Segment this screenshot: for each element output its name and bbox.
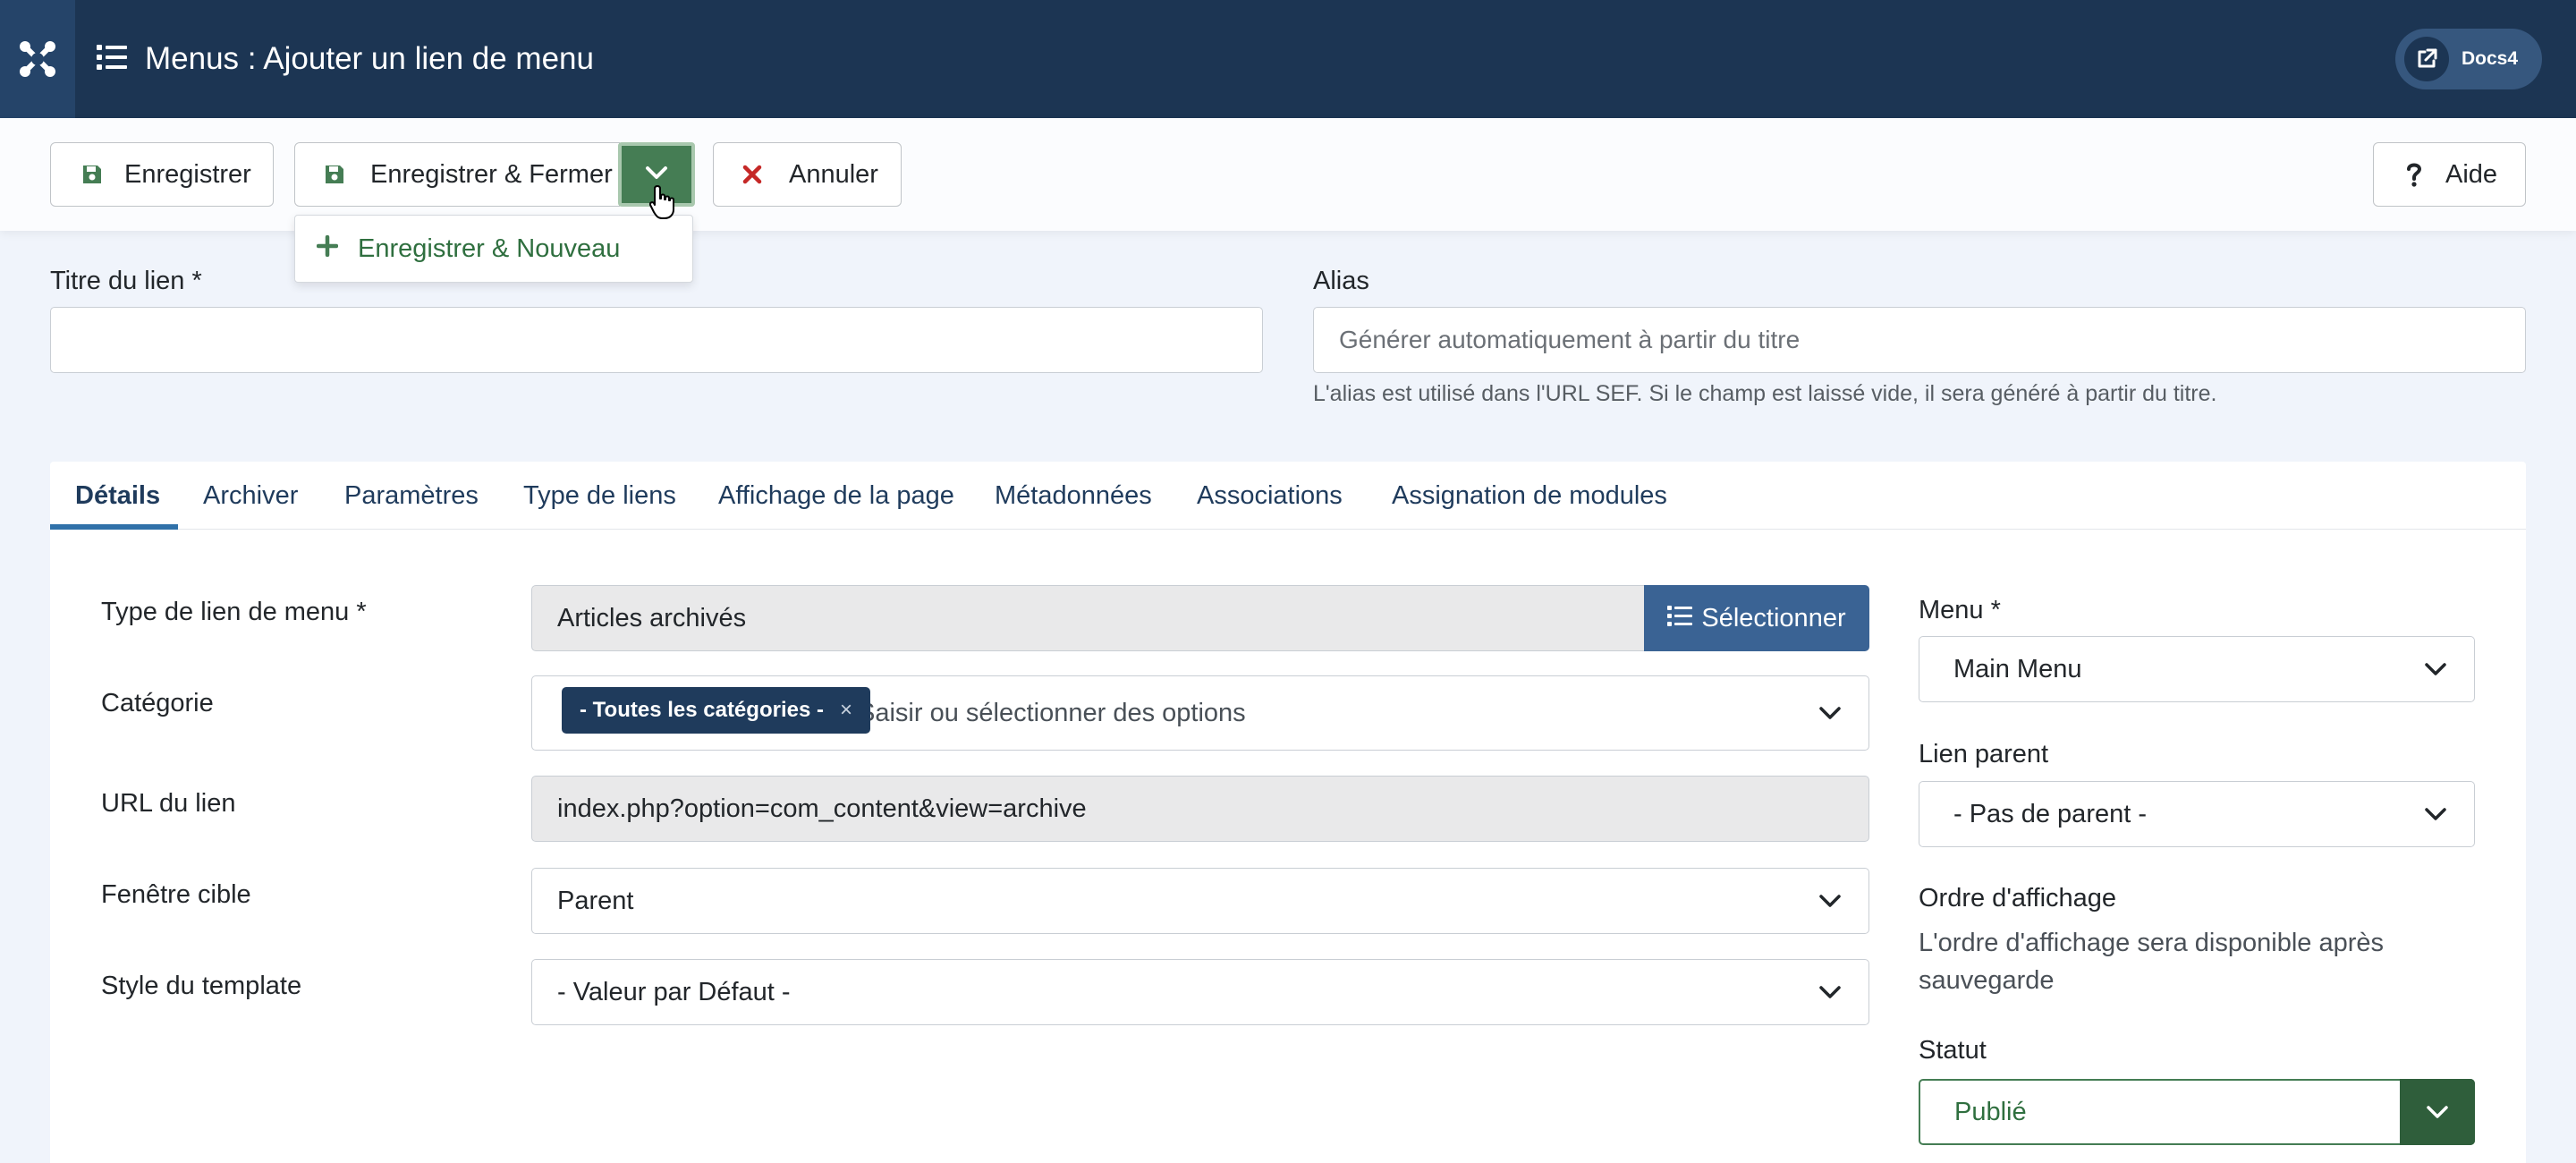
template-style-value: - Valeur par Défaut - [557, 977, 791, 1006]
menu-item-type-label: Type de lien de menu * [101, 598, 367, 626]
chip-remove-icon[interactable]: × [840, 698, 852, 723]
target-window-label: Fenêtre cible [101, 880, 251, 909]
ordering-label: Ordre d'affichage [1919, 884, 2117, 913]
select-button-label: Sélectionner [1701, 603, 1846, 632]
link-url-field: index.php?option=com_content&view=archiv… [531, 776, 1869, 842]
menu-label: Menu * [1919, 596, 2001, 624]
save-new-menu-item[interactable]: Enregistrer & Nouveau [294, 215, 693, 283]
title-input[interactable] [50, 307, 1263, 373]
category-placeholder: Saisir ou sélectionner des options [858, 698, 1246, 727]
save-icon [81, 164, 103, 185]
tab-archive[interactable]: Archiver [203, 462, 298, 530]
tab-metadata[interactable]: Métadonnées [995, 462, 1152, 530]
menu-item-type-value: Articles archivés [557, 603, 747, 632]
save-close-label: Enregistrer & Fermer [370, 159, 613, 189]
tab-associations[interactable]: Associations [1197, 462, 1343, 530]
list-icon [1667, 604, 1693, 633]
tab-link-type[interactable]: Type de liens [523, 462, 676, 530]
tab-module-assignment[interactable]: Assignation de modules [1392, 462, 1667, 530]
close-x-icon [742, 165, 762, 184]
status-value: Publié [1954, 1097, 2027, 1126]
link-url-value: index.php?option=com_content&view=archiv… [557, 794, 1087, 823]
external-link-icon [2404, 37, 2449, 81]
save-button[interactable]: Enregistrer [50, 142, 274, 207]
status-label: Statut [1919, 1036, 1987, 1065]
chevron-down-icon [2397, 637, 2474, 701]
help-label: Aide [2445, 159, 2498, 189]
link-label: URL du lien [101, 789, 236, 818]
top-header: Menus : Ajouter un lien de menu Docs4 [0, 0, 2576, 118]
target-window-value: Parent [557, 886, 634, 915]
save-icon [324, 164, 345, 185]
chevron-down-icon [1792, 960, 1868, 1024]
parent-value: - Pas de parent - [1953, 799, 2147, 828]
target-window-select[interactable]: Parent [531, 868, 1869, 934]
alias-hint: L'alias est utilisé dans l'URL SEF. Si l… [1313, 381, 2217, 406]
save-label: Enregistrer [124, 159, 251, 189]
save-close-button[interactable]: Enregistrer & Fermer [294, 142, 620, 207]
tab-parameters[interactable]: Paramètres [344, 462, 479, 530]
status-select[interactable]: Publié [1919, 1079, 2475, 1145]
category-chip-label: - Toutes les catégories - [580, 698, 824, 722]
tab-bar: Détails Archiver Paramètres Type de lien… [50, 462, 2526, 530]
docs-label: Docs4 [2462, 48, 2519, 69]
ordering-text: L'ordre d'affichage sera disponible aprè… [1919, 929, 2384, 995]
cancel-label: Annuler [789, 159, 878, 189]
menu-item-type-field: Articles archivés [531, 585, 1649, 651]
chevron-down-icon [2400, 1079, 2475, 1145]
plus-icon [316, 234, 339, 264]
cursor-hand-icon [648, 184, 676, 225]
tab-page-display[interactable]: Affichage de la page [718, 462, 954, 530]
template-style-label: Style du template [101, 972, 302, 1000]
alias-label: Alias [1313, 267, 1369, 295]
page-title: Menus : Ajouter un lien de menu [145, 41, 594, 76]
question-icon [2406, 162, 2422, 187]
chevron-down-icon [645, 166, 668, 184]
active-tab-indicator [50, 524, 178, 530]
chevron-down-icon [2397, 782, 2474, 846]
list-icon [97, 44, 127, 75]
tab-details[interactable]: Détails [75, 462, 160, 530]
parent-select[interactable]: - Pas de parent - [1919, 781, 2475, 847]
category-chip: - Toutes les catégories - × [562, 687, 870, 734]
alias-input[interactable]: Générer automatiquement à partir du titr… [1313, 307, 2526, 373]
menu-select[interactable]: Main Menu [1919, 636, 2475, 702]
menu-value: Main Menu [1953, 654, 2082, 683]
cancel-button[interactable]: Annuler [713, 142, 902, 207]
save-new-label: Enregistrer & Nouveau [358, 233, 621, 263]
docs-site-button[interactable]: Docs4 [2395, 29, 2542, 89]
parent-label: Lien parent [1919, 740, 2049, 768]
category-label: Catégorie [101, 689, 214, 717]
template-style-select[interactable]: - Valeur par Défaut - [531, 959, 1869, 1025]
chevron-down-icon [1792, 676, 1868, 750]
help-button[interactable]: Aide [2373, 142, 2526, 207]
chevron-down-icon [1792, 869, 1868, 933]
joomla-logo-icon[interactable] [0, 0, 75, 118]
select-menu-type-button[interactable]: Sélectionner [1644, 585, 1869, 651]
title-label: Titre du lien * [50, 267, 202, 295]
